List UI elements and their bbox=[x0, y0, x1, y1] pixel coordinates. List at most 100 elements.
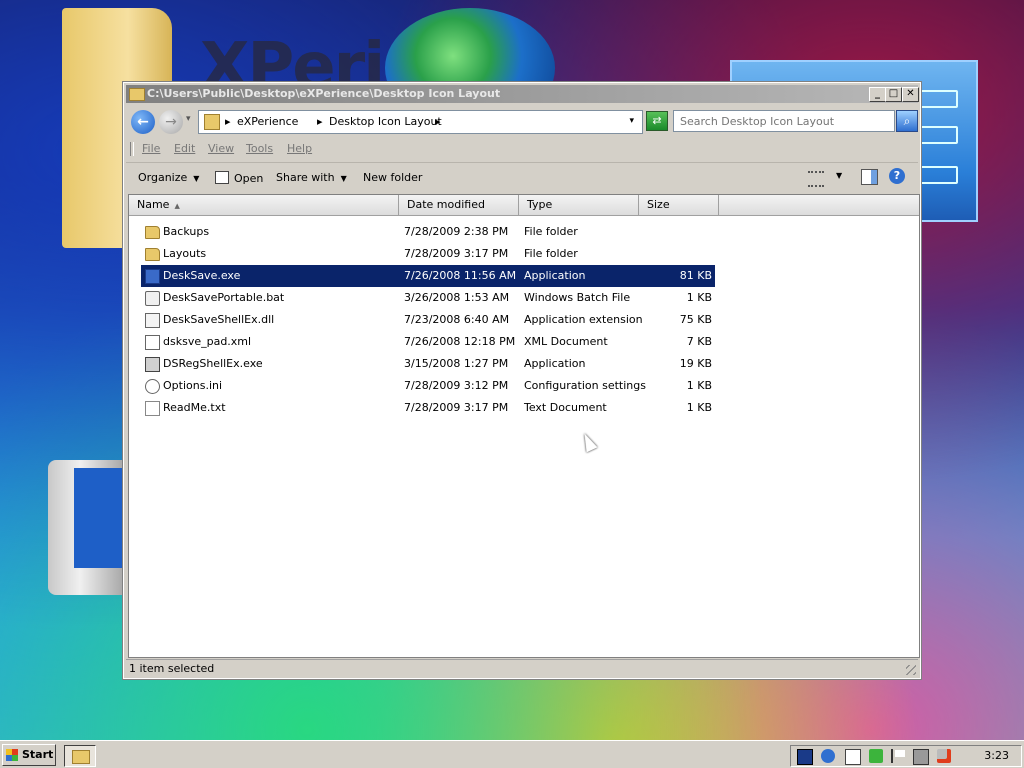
preview-pane-icon[interactable] bbox=[861, 169, 878, 185]
document-icon[interactable] bbox=[845, 749, 861, 765]
application-icon bbox=[145, 269, 160, 284]
flag-icon[interactable] bbox=[891, 749, 907, 763]
table-row[interactable]: DeskSaveShellEx.dll 7/23/2008 6:40 AM Ap… bbox=[141, 309, 715, 331]
menu-tools[interactable]: Tools bbox=[246, 142, 273, 155]
resize-grip-icon[interactable] bbox=[906, 665, 916, 675]
xml-icon bbox=[145, 335, 160, 350]
breadcrumb-separator[interactable]: ▸ bbox=[435, 115, 441, 128]
close-button[interactable]: ✕ bbox=[902, 87, 919, 102]
column-header-size[interactable]: Size bbox=[639, 195, 719, 215]
new-folder-button[interactable]: New folder bbox=[363, 171, 422, 184]
monitor-bar-3 bbox=[918, 166, 958, 184]
recent-pages-dropdown[interactable]: ▾ bbox=[186, 114, 191, 124]
device-icon[interactable] bbox=[913, 749, 929, 765]
file-size: 1 KB bbox=[686, 291, 712, 304]
minimize-button[interactable]: _ bbox=[869, 87, 886, 102]
security-icon[interactable] bbox=[869, 749, 883, 763]
help-icon[interactable]: ? bbox=[889, 168, 905, 184]
breadcrumb-separator[interactable]: ▸ bbox=[317, 115, 323, 128]
chevron-down-icon: ▼ bbox=[340, 174, 347, 183]
explorer-window: C:\Users\Public\Desktop\eXPerience\Deskt… bbox=[122, 81, 922, 680]
system-tray: 3:23 bbox=[790, 745, 1022, 767]
start-button[interactable]: Start bbox=[2, 744, 56, 766]
menu-edit[interactable]: Edit bbox=[174, 142, 195, 155]
table-row[interactable]: DSRegShellEx.exe 3/15/2008 1:27 PM Appli… bbox=[141, 353, 715, 375]
file-name: Backups bbox=[163, 225, 210, 238]
file-size: 1 KB bbox=[686, 401, 712, 414]
breadcrumb-separator[interactable]: ▸ bbox=[225, 115, 231, 128]
menu-file[interactable]: File bbox=[142, 142, 160, 155]
taskbar-explorer-button[interactable] bbox=[64, 745, 96, 767]
forward-button[interactable]: → bbox=[159, 110, 183, 134]
back-button[interactable]: ← bbox=[131, 110, 155, 134]
folder-icon bbox=[129, 88, 145, 101]
search-icon[interactable]: ⌕ bbox=[896, 110, 918, 132]
text-file-icon bbox=[145, 401, 160, 416]
menu-view[interactable]: View bbox=[208, 142, 234, 155]
view-options-dropdown[interactable]: ▼ bbox=[836, 171, 842, 180]
file-date: 7/28/2009 3:12 PM bbox=[404, 379, 509, 392]
column-name-label: Name bbox=[137, 198, 170, 211]
file-list[interactable]: Name ▲ Date modified Type Size Backups 7/… bbox=[128, 194, 920, 658]
file-size: 1 KB bbox=[686, 379, 712, 392]
status-bar: 1 item selected bbox=[126, 659, 918, 677]
maximize-button[interactable]: □ bbox=[885, 87, 902, 102]
file-date: 7/26/2008 11:56 AM bbox=[404, 269, 517, 282]
address-bar[interactable]: ▸ eXPerience ▸ Desktop Icon Layout ▸ ▾ bbox=[198, 110, 643, 134]
title-bar[interactable]: C:\Users\Public\Desktop\eXPerience\Deskt… bbox=[126, 85, 919, 103]
share-with-button[interactable]: Share with ▼ bbox=[276, 171, 347, 184]
table-row[interactable]: DeskSavePortable.bat 3/26/2008 1:53 AM W… bbox=[141, 287, 715, 309]
dll-icon bbox=[145, 313, 160, 328]
file-date: 7/28/2009 2:38 PM bbox=[404, 225, 509, 238]
sort-ascending-icon: ▲ bbox=[174, 202, 180, 210]
search-box[interactable] bbox=[673, 110, 896, 132]
change-view-icon[interactable] bbox=[808, 171, 824, 187]
organize-button[interactable]: Organize ▼ bbox=[138, 171, 199, 184]
media-icon[interactable] bbox=[821, 749, 835, 763]
file-date: 7/26/2008 12:18 PM bbox=[404, 335, 516, 348]
status-text: 1 item selected bbox=[129, 662, 215, 675]
clock[interactable]: 3:23 bbox=[984, 749, 1009, 762]
address-dropdown[interactable]: ▾ bbox=[629, 116, 634, 126]
column-header-date-modified[interactable]: Date modified bbox=[399, 195, 519, 215]
breadcrumb-experience[interactable]: eXPerience bbox=[237, 115, 298, 128]
menu-separator bbox=[130, 142, 134, 156]
breadcrumb-desktop-icon-layout[interactable]: Desktop Icon Layout bbox=[329, 115, 442, 128]
folder-icon bbox=[72, 750, 90, 764]
search-input[interactable] bbox=[674, 111, 896, 131]
chevron-down-icon: ▼ bbox=[193, 174, 200, 183]
table-row[interactable]: Layouts 7/28/2009 3:17 PM File folder bbox=[141, 243, 715, 265]
file-name: Options.ini bbox=[163, 379, 223, 392]
file-type: File folder bbox=[524, 247, 578, 260]
file-type: Text Document bbox=[524, 401, 607, 414]
file-name: ReadMe.txt bbox=[163, 401, 226, 414]
folder-icon bbox=[204, 114, 220, 130]
table-row[interactable]: Options.ini 7/28/2009 3:12 PM Configurat… bbox=[141, 375, 715, 397]
folder-icon bbox=[145, 226, 160, 239]
open-button[interactable]: Open bbox=[215, 171, 263, 185]
settings-file-icon bbox=[145, 379, 160, 394]
file-name: DeskSavePortable.bat bbox=[163, 291, 285, 304]
file-date: 3/26/2008 1:53 AM bbox=[404, 291, 510, 304]
column-header-row: Name ▲ Date modified Type Size bbox=[129, 195, 919, 216]
file-size: 81 KB bbox=[679, 269, 712, 282]
table-row[interactable]: Backups 7/28/2009 2:38 PM File folder bbox=[141, 221, 715, 243]
refresh-icon[interactable]: ⇄ bbox=[646, 111, 668, 131]
volume-muted-icon[interactable] bbox=[937, 749, 951, 763]
command-bar: Organize ▼ Open Share with ▼ New folder ▼ … bbox=[126, 162, 918, 193]
column-header-type[interactable]: Type bbox=[519, 195, 639, 215]
table-row[interactable]: ReadMe.txt 7/28/2009 3:17 PM Text Docume… bbox=[141, 397, 715, 419]
table-row[interactable]: dsksve_pad.xml 7/26/2008 12:18 PM XML Do… bbox=[141, 331, 715, 353]
network-icon[interactable] bbox=[797, 749, 813, 765]
file-type: File folder bbox=[524, 225, 578, 238]
table-row-selected[interactable]: DeskSave.exe 7/26/2008 11:56 AM Applicat… bbox=[141, 265, 715, 287]
file-date: 7/28/2009 3:17 PM bbox=[404, 401, 509, 414]
file-type: XML Document bbox=[524, 335, 608, 348]
file-date: 7/28/2009 3:17 PM bbox=[404, 247, 509, 260]
file-date: 3/15/2008 1:27 PM bbox=[404, 357, 509, 370]
file-name: Layouts bbox=[163, 247, 207, 260]
start-label: Start bbox=[22, 748, 54, 761]
column-header-name[interactable]: Name ▲ bbox=[129, 195, 399, 215]
navigation-bar: ← → ▾ ▸ eXPerience ▸ Desktop Icon Layout… bbox=[126, 106, 918, 138]
menu-help[interactable]: Help bbox=[287, 142, 312, 155]
